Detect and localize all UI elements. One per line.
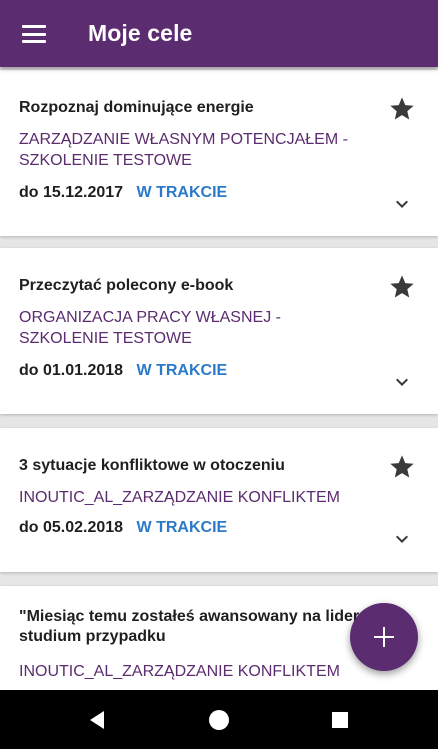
goal-due-date: do 01.01.2018 bbox=[19, 362, 124, 379]
expand-chevron-icon[interactable] bbox=[390, 527, 414, 551]
goal-card[interactable]: 3 sytuacje konfliktowe w otoczeniu INOUT… bbox=[0, 428, 438, 572]
back-button[interactable] bbox=[75, 698, 119, 742]
hamburger-menu-icon bbox=[22, 25, 46, 43]
app-bar: Moje cele bbox=[0, 0, 438, 67]
back-icon bbox=[90, 711, 104, 729]
goal-meta: do 01.01.2018 W TRAKCIE bbox=[19, 361, 227, 381]
goal-course: ORGANIZACJA PRACY WŁASNEJ - SZKOLENIE TE… bbox=[19, 309, 281, 347]
expand-chevron-icon[interactable] bbox=[390, 192, 414, 216]
goal-status: W TRAKCIE bbox=[136, 519, 228, 536]
goal-card[interactable]: Przeczytać polecony e-book ORGANIZACJA P… bbox=[0, 248, 438, 414]
goal-title: Rozpoznaj dominujące energie bbox=[19, 99, 254, 116]
star-icon[interactable] bbox=[388, 453, 416, 481]
goal-meta: do 05.02.2018 W TRAKCIE bbox=[19, 518, 227, 538]
goal-course: ZARZĄDZANIE WŁASNYM POTENCJAŁEM - SZKOLE… bbox=[19, 131, 348, 169]
goal-title: 3 sytuacje konfliktowe w otoczeniu bbox=[19, 457, 285, 474]
goal-due-date: do 05.02.2018 bbox=[19, 519, 124, 536]
goal-card[interactable]: Rozpoznaj dominujące energie ZARZĄDZANIE… bbox=[0, 70, 438, 236]
home-icon bbox=[209, 710, 229, 730]
add-goal-button[interactable] bbox=[350, 603, 418, 671]
star-icon[interactable] bbox=[388, 273, 416, 301]
recents-icon bbox=[332, 712, 348, 728]
goal-title: Przeczytać polecony e-book bbox=[19, 277, 234, 294]
goal-due-date: do 15.12.2017 bbox=[19, 184, 124, 201]
home-button[interactable] bbox=[197, 698, 241, 742]
goals-list[interactable]: Rozpoznaj dominujące energie ZARZĄDZANIE… bbox=[0, 67, 438, 690]
page-title: Moje cele bbox=[88, 20, 193, 46]
goal-meta: do 15.12.2017 W TRAKCIE bbox=[19, 183, 227, 203]
recents-button[interactable] bbox=[318, 698, 362, 742]
star-icon[interactable] bbox=[388, 95, 416, 123]
system-nav-bar bbox=[0, 690, 438, 749]
plus-icon bbox=[374, 627, 394, 647]
menu-button[interactable] bbox=[14, 14, 54, 54]
goal-course: INOUTIC_AL_ZARZĄDZANIE KONFLIKTEM bbox=[19, 489, 340, 506]
goal-status: W TRAKCIE bbox=[136, 362, 228, 379]
goal-status: W TRAKCIE bbox=[136, 184, 228, 201]
goal-course: INOUTIC_AL_ZARZĄDZANIE KONFLIKTEM bbox=[19, 663, 340, 680]
expand-chevron-icon[interactable] bbox=[390, 370, 414, 394]
